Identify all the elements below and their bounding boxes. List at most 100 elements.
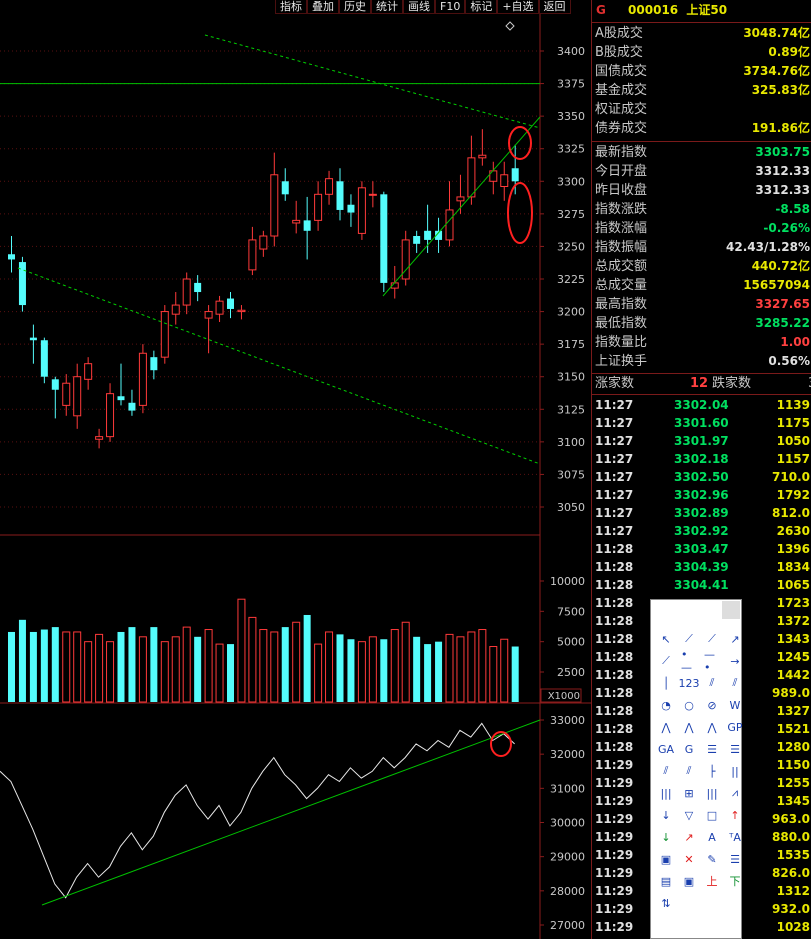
arrow-line-icon[interactable]: ↗ — [727, 631, 743, 647]
text-a-icon[interactable]: ᵀA — [727, 829, 743, 845]
stat-value: 191.86亿 — [751, 121, 810, 135]
tick-vol: 989.0 — [772, 686, 810, 700]
tick-time: 11:28 — [595, 668, 634, 682]
circle-cross-icon[interactable]: ⊘ — [704, 697, 720, 713]
divider — [592, 22, 811, 23]
circle-icon[interactable]: ○ — [681, 697, 697, 713]
tick-time: 11:29 — [595, 920, 634, 934]
percent-icon[interactable]: ☰ — [727, 741, 743, 757]
cursor-icon[interactable]: ↖ — [658, 631, 674, 647]
g-icon[interactable]: G — [681, 741, 697, 757]
candle-body — [138, 352, 147, 406]
stat-label: 昨日收盘 — [595, 183, 648, 198]
tick-price: 3304.39 — [674, 560, 729, 574]
line-icon[interactable]: ⟋ — [681, 631, 697, 647]
volume-bar — [182, 626, 191, 703]
segment-icon[interactable]: ⟋ — [658, 653, 674, 669]
channel-icon[interactable]: ⫽ — [727, 675, 743, 691]
indicator-button[interactable]: 指标 — [275, 0, 307, 14]
stairs-icon[interactable]: ⊞ — [681, 785, 697, 801]
fill-icon[interactable]: ▣ — [658, 851, 674, 867]
speed-icon[interactable]: ⫽ — [658, 763, 674, 779]
tick-vol: 1312 — [776, 884, 810, 898]
gp-icon[interactable]: GP — [727, 719, 743, 735]
g-mark: G — [596, 3, 606, 17]
wave-icon[interactable]: W — [727, 697, 743, 713]
divider — [592, 394, 811, 395]
up-flag-icon[interactable]: 上 — [704, 873, 720, 889]
up-mark-icon[interactable]: ↑ — [727, 807, 743, 823]
volume-bar — [40, 629, 48, 702]
volume-bar — [325, 631, 334, 703]
down-flag-icon[interactable]: 下 — [727, 873, 743, 889]
candle-body — [325, 178, 334, 195]
drawing-tools-palette[interactable]: ↖ ⟋ ⟋ ↗ ⟋ •— —• → │ 123 ⫽ ⫽ ◔ ○ ⊘ W ⋀ ⋀ ⋀ GP GA G ☰ ☰ ⫽ ⫽ ├ || ||| ⊞ |… — [650, 599, 743, 939]
tick-time: 11:27 — [595, 524, 634, 538]
arrow-mark-icon[interactable]: ↗ — [681, 829, 697, 845]
tick-time: 11:29 — [595, 830, 634, 844]
triangle-icon[interactable]: ▽ — [681, 807, 697, 823]
down-arrow-icon[interactable]: ↓ — [658, 807, 674, 823]
ray-icon[interactable]: ⟋ — [704, 631, 720, 647]
tbar-icon[interactable]: ├ — [704, 763, 720, 779]
fib-levels-icon[interactable]: ☰ — [704, 741, 720, 757]
wave2-icon[interactable]: ⋀ — [704, 719, 720, 735]
volume-bar — [292, 621, 301, 703]
back-button[interactable]: 返回 — [538, 0, 571, 14]
palette-close-button[interactable] — [722, 601, 740, 619]
fan-icon[interactable]: ⩘ — [727, 785, 743, 801]
add-favorite-button[interactable]: +自选 — [497, 0, 539, 14]
mark-button[interactable]: 标记 — [465, 0, 498, 14]
fib-icon[interactable]: ◔ — [658, 697, 674, 713]
statistics-button[interactable]: 统计 — [371, 0, 403, 14]
note-icon[interactable]: ☰ — [727, 851, 743, 867]
price-tick-label: 3125 — [557, 403, 585, 416]
ga-icon[interactable]: GA — [658, 741, 674, 757]
stat-label: 上证换手 — [595, 354, 648, 369]
tick-time: 11:28 — [595, 542, 634, 556]
hline-icon[interactable]: •— — [681, 648, 697, 674]
tick-price: 3302.50 — [674, 470, 729, 484]
chart-canvas[interactable]: 3400 3375 3350 3325 3300 3275 3250 3225 3200 3175… — [0, 0, 591, 939]
image-icon[interactable]: ▣ — [681, 873, 697, 889]
period-icon[interactable]: || — [727, 763, 743, 779]
down-mark-icon[interactable]: ↓ — [658, 829, 674, 845]
history-button[interactable]: 历史 — [339, 0, 371, 14]
parallel-icon[interactable]: ⫽ — [704, 675, 720, 691]
index-tick-label: 31000 — [550, 782, 585, 795]
tick-vol: 1139 — [776, 398, 810, 412]
bars-icon[interactable]: ||| — [704, 785, 720, 801]
ruler-icon[interactable]: ▤ — [658, 873, 674, 889]
overlay-button[interactable]: 叠加 — [307, 0, 339, 14]
price-tick-label: 3225 — [557, 273, 585, 286]
tick-vol: 1157 — [776, 452, 810, 466]
stat-value: -8.58 — [775, 202, 810, 216]
candle-body — [204, 311, 213, 319]
volume-bar — [117, 631, 125, 702]
text-icon[interactable]: A — [704, 829, 720, 845]
rect-icon[interactable]: □ — [704, 807, 720, 823]
delete-icon[interactable]: ✕ — [681, 851, 697, 867]
draw-line-button[interactable]: 画线 — [403, 0, 435, 14]
stat-label: 债券成交 — [595, 121, 648, 136]
f10-button[interactable]: F10 — [435, 0, 466, 14]
hray-icon[interactable]: —• — [704, 648, 720, 674]
cycle-icon[interactable]: ⋀ — [658, 719, 674, 735]
grid-icon[interactable]: ||| — [658, 785, 674, 801]
candle-body — [292, 219, 301, 224]
tick-vol: 1521 — [776, 722, 810, 736]
price-tick-label: 3200 — [557, 306, 585, 319]
brush-icon[interactable]: ✎ — [704, 851, 720, 867]
vline-icon[interactable]: │ — [658, 675, 674, 691]
palette-title-bar[interactable] — [651, 600, 741, 621]
stat-value: 15657094 — [743, 278, 810, 292]
zigzag-icon[interactable]: ⋀ — [681, 719, 697, 735]
updown-flag-icon[interactable]: ⇅ — [658, 895, 674, 911]
gann-icon[interactable]: ⫽ — [681, 763, 697, 779]
volume-bar — [500, 638, 509, 703]
volume-bar — [194, 636, 202, 702]
tick-row: 11:27 3301.60 1175 — [592, 414, 811, 432]
count-icon[interactable]: 123 — [679, 675, 700, 691]
arrow-right-icon[interactable]: → — [727, 653, 743, 669]
decline-label: 跌家数 — [712, 376, 752, 391]
